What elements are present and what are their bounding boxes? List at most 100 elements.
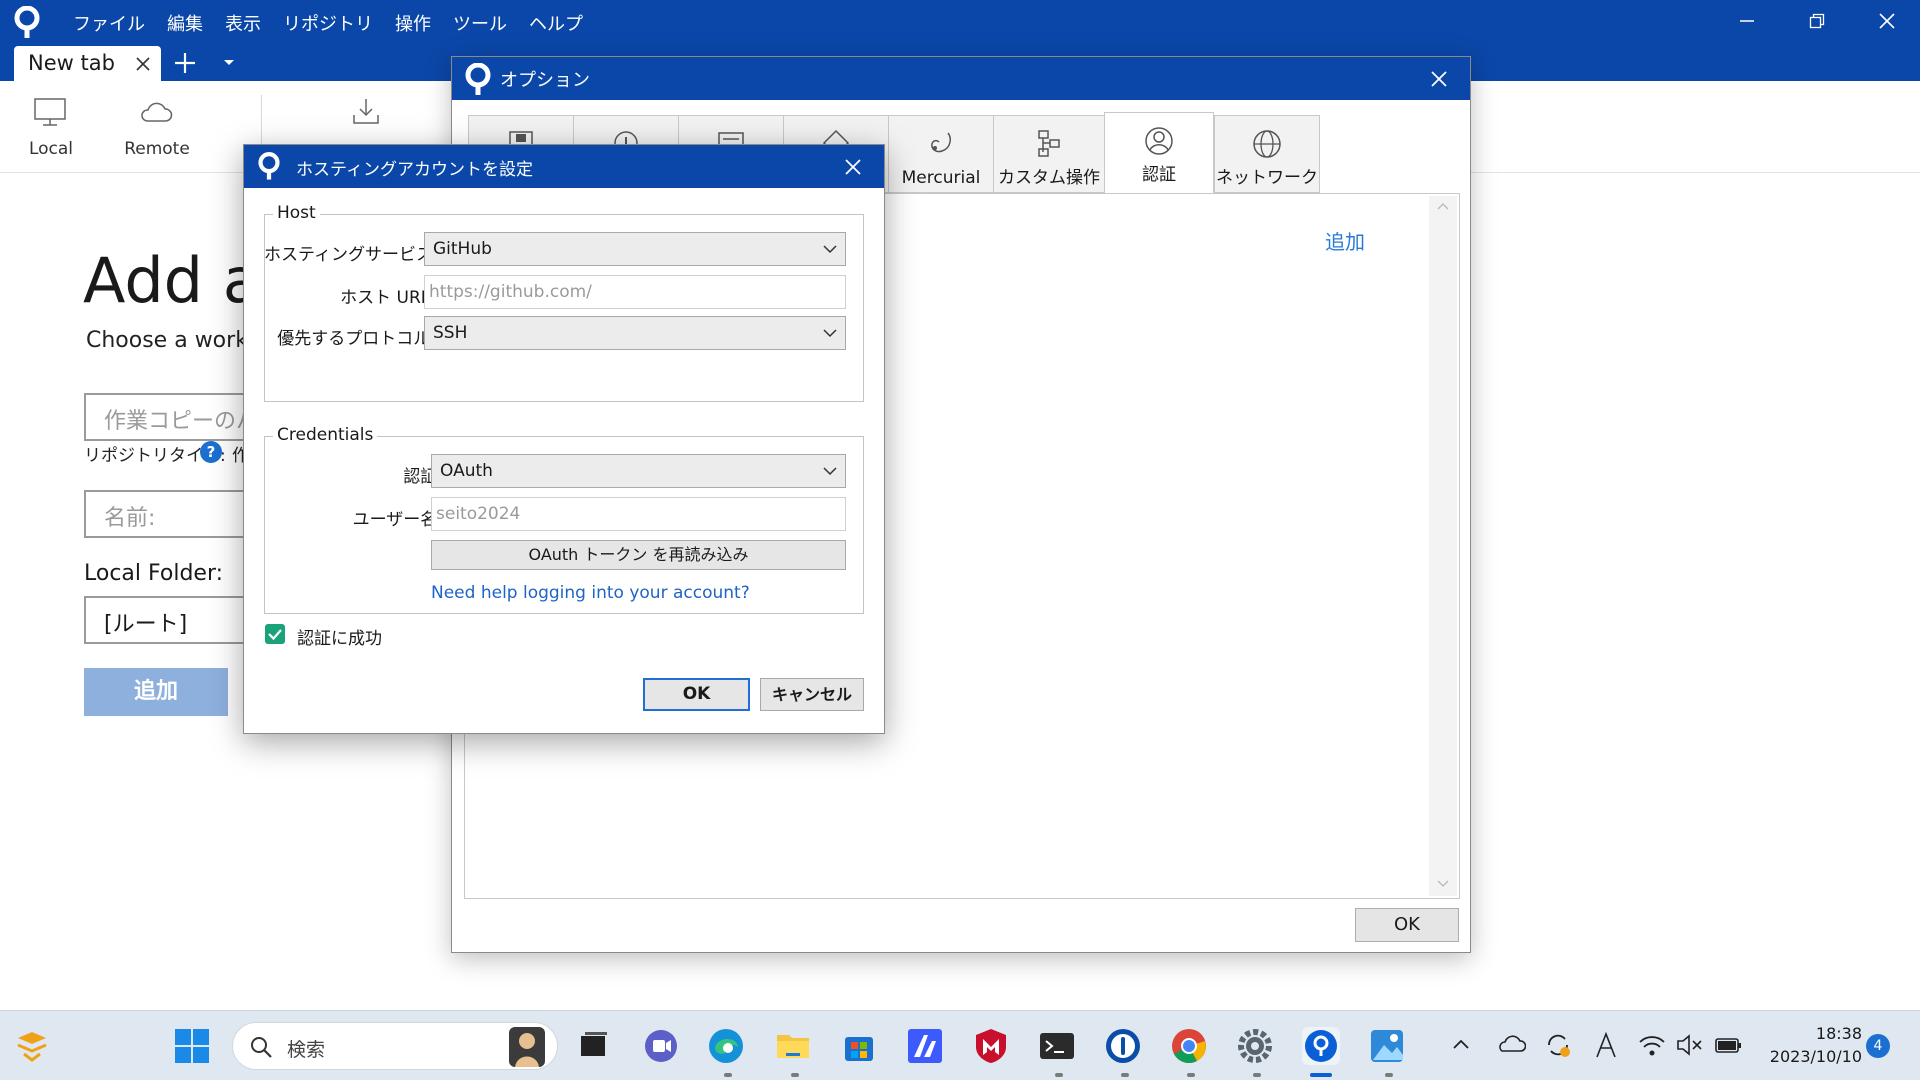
auth-success-checkbox[interactable] xyxy=(265,624,285,644)
sourcetree-taskbar-icon[interactable] xyxy=(1302,1027,1340,1065)
protocol-label: 優先するプロトコル: xyxy=(277,329,436,349)
taskbar-search[interactable]: 検索 xyxy=(232,1022,558,1070)
active-indicator xyxy=(1310,1073,1332,1077)
options-ok-button[interactable]: OK xyxy=(1355,908,1459,942)
developer-tool-icon[interactable] xyxy=(906,1027,944,1065)
menu-view[interactable]: 表示 xyxy=(214,8,272,38)
auth-label: 認証: xyxy=(403,467,443,487)
close-icon[interactable] xyxy=(844,158,862,176)
sync-icon[interactable] xyxy=(1544,1031,1572,1059)
tab-custom-actions[interactable]: カスタム操作 xyxy=(993,115,1105,193)
close-window-button[interactable] xyxy=(1852,0,1920,42)
volume-muted-icon[interactable] xyxy=(1676,1033,1704,1057)
menu-help[interactable]: ヘルプ xyxy=(518,8,594,38)
settings-gear-icon[interactable] xyxy=(1236,1027,1274,1065)
close-tab-icon[interactable] xyxy=(135,56,151,72)
hosting-dialog-title: ホスティングアカウントを設定 xyxy=(296,160,533,180)
tab-authentication[interactable]: 認証 xyxy=(1104,112,1214,194)
sourcetree-logo-icon xyxy=(14,6,40,38)
clock-date: 2023/10/10 xyxy=(1769,1047,1862,1066)
running-indicator xyxy=(1253,1073,1261,1077)
host-url-label: ホスト URL: xyxy=(340,288,436,308)
hosting-service-value: GitHub xyxy=(433,239,492,259)
login-help-link[interactable]: Need help logging into your account? xyxy=(431,583,750,603)
cloud-icon xyxy=(141,102,173,122)
local-button[interactable]: Local xyxy=(0,81,106,173)
edge-browser-icon[interactable] xyxy=(707,1027,745,1065)
tab-label: 認証 xyxy=(1142,165,1176,185)
chevron-down-icon xyxy=(823,245,837,254)
password-manager-icon[interactable] xyxy=(1104,1027,1142,1065)
scroll-up-icon[interactable] xyxy=(1437,202,1449,210)
remote-button[interactable]: Remote xyxy=(102,81,212,173)
add-account-link[interactable]: 追加 xyxy=(1325,226,1365,255)
search-placeholder: 検索 xyxy=(287,1039,326,1061)
username-field[interactable]: seito2024 xyxy=(431,497,846,531)
running-indicator xyxy=(1187,1073,1195,1077)
remote-label: Remote xyxy=(124,139,190,159)
battery-icon[interactable] xyxy=(1714,1033,1744,1057)
tab-new-tab[interactable]: New tab xyxy=(14,46,161,81)
host-url-field[interactable]: https://github.com/ xyxy=(424,275,846,309)
running-indicator xyxy=(1385,1073,1393,1077)
running-indicator xyxy=(1055,1073,1063,1077)
clock[interactable]: 18:38 2023/10/10 xyxy=(1762,1022,1862,1068)
add-repository-button[interactable]: 追加 xyxy=(84,668,228,716)
add-tab-icon[interactable] xyxy=(174,52,196,74)
hosting-service-select[interactable]: GitHub xyxy=(424,232,846,266)
running-indicator xyxy=(1121,1073,1129,1077)
task-view-icon[interactable] xyxy=(574,1027,612,1065)
wifi-icon[interactable] xyxy=(1638,1033,1666,1057)
help-icon[interactable]: ? xyxy=(200,441,222,463)
protocol-value: SSH xyxy=(433,323,468,343)
chevron-down-icon xyxy=(823,329,837,338)
scroll-down-icon[interactable] xyxy=(1437,880,1449,888)
close-icon[interactable] xyxy=(1430,70,1448,88)
tab-label: カスタム操作 xyxy=(998,168,1100,188)
minimize-button[interactable] xyxy=(1712,0,1782,42)
panel-scrollbar[interactable] xyxy=(1429,196,1457,896)
microsoft-store-icon[interactable] xyxy=(840,1027,878,1065)
terminal-icon[interactable] xyxy=(1038,1027,1076,1065)
hosting-ok-button[interactable]: OK xyxy=(643,678,750,711)
menu-actions[interactable]: 操作 xyxy=(384,8,442,38)
protocol-select[interactable]: SSH xyxy=(424,316,846,350)
photos-icon[interactable] xyxy=(1368,1027,1406,1065)
hosting-cancel-button[interactable]: キャンセル xyxy=(760,678,864,711)
chat-icon[interactable] xyxy=(642,1027,680,1065)
sourcetree-logo-icon xyxy=(465,63,491,95)
menu-edit[interactable]: 編集 xyxy=(156,8,214,38)
widgets-icon[interactable] xyxy=(14,1028,50,1064)
credentials-group-legend: Credentials xyxy=(273,425,378,445)
auth-type-select[interactable]: OAuth xyxy=(431,454,846,488)
menu-repository[interactable]: リポジトリ xyxy=(272,8,384,38)
clock-time: 18:38 xyxy=(1815,1024,1862,1043)
running-indicator xyxy=(724,1073,732,1077)
file-explorer-icon[interactable] xyxy=(774,1027,812,1065)
tab-label: New tab xyxy=(28,51,115,75)
chevron-down-icon xyxy=(823,467,837,476)
restore-button[interactable] xyxy=(1782,0,1852,42)
start-icon[interactable] xyxy=(173,1027,211,1065)
notification-badge[interactable]: 4 xyxy=(1866,1034,1890,1058)
tab-network[interactable]: ネットワーク xyxy=(1214,115,1320,193)
menu-tools[interactable]: ツール xyxy=(442,8,518,38)
taskbar: 検索 18:38 2023/10/10 4 xyxy=(0,1010,1920,1080)
monitor-icon xyxy=(34,98,66,126)
tab-dropdown-icon[interactable] xyxy=(222,58,236,68)
mcafee-icon[interactable] xyxy=(972,1027,1010,1065)
menu-file[interactable]: ファイル xyxy=(62,8,156,38)
chevron-up-icon[interactable] xyxy=(1452,1038,1470,1050)
restore-icon xyxy=(1809,13,1825,29)
search-highlight-icon xyxy=(509,1027,545,1067)
options-title-bar: オプション xyxy=(452,57,1470,100)
hosting-title-bar: ホスティングアカウントを設定 xyxy=(244,145,884,188)
checkmark-icon xyxy=(268,629,282,641)
tab-label: ネットワーク xyxy=(1216,168,1318,188)
page-subtitle: Choose a work xyxy=(86,328,248,353)
tab-mercurial[interactable]: Mercurial xyxy=(888,115,994,193)
onedrive-icon[interactable] xyxy=(1496,1033,1526,1055)
reload-oauth-token-button[interactable]: OAuth トークン を再読み込み xyxy=(431,540,846,570)
font-icon[interactable] xyxy=(1594,1031,1618,1059)
chrome-icon[interactable] xyxy=(1170,1027,1208,1065)
